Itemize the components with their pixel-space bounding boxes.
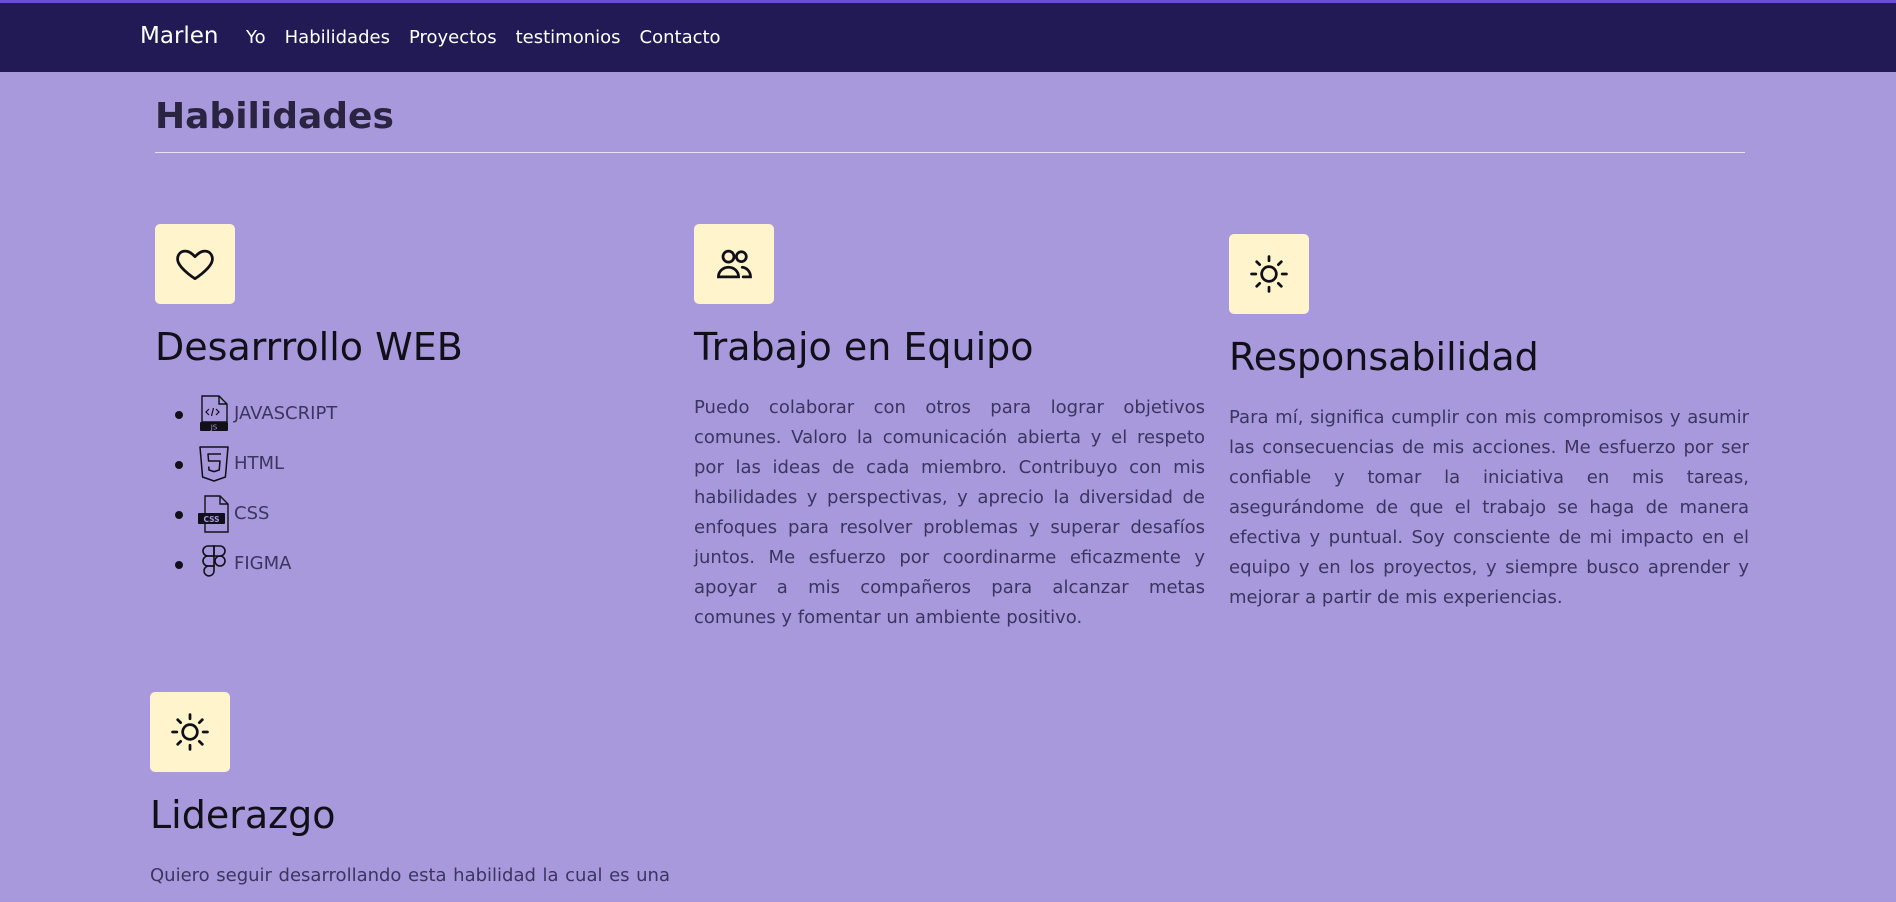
section-title: Habilidades (155, 96, 394, 137)
team-card-title: Trabajo en Equipo (694, 325, 1034, 369)
skill-label-html: HTML (234, 453, 285, 474)
nav-link-testimonios[interactable]: testimonios (516, 27, 621, 48)
bullet (175, 411, 183, 419)
svg-text:CSS: CSS (203, 515, 219, 524)
skill-label-css: CSS (234, 503, 270, 524)
responsibility-card-text: Para mí, significa cumplir con mis compr… (1229, 407, 1749, 608)
nav-link-habilidades[interactable]: Habilidades (285, 27, 390, 48)
leadership-card-icon-box (150, 692, 230, 772)
figma-icon (202, 545, 226, 577)
html5-icon (199, 446, 229, 482)
sun-icon (171, 713, 209, 751)
bullet (175, 461, 183, 469)
nav-link-contacto[interactable]: Contacto (640, 27, 721, 48)
team-card-icon-box (694, 224, 774, 304)
web-card-icon-box (155, 224, 235, 304)
bullet (175, 511, 183, 519)
javascript-file-icon: JS (200, 395, 228, 432)
navbar: Marlen Yo Habilidades Proyectos testimon… (0, 3, 1896, 72)
skill-label-javascript: JAVASCRIPT (234, 403, 338, 424)
nav-links: Yo Habilidades Proyectos testimonios Con… (246, 27, 721, 48)
sun-icon (1250, 255, 1288, 293)
bullet (175, 561, 183, 569)
nav-link-yo[interactable]: Yo (246, 27, 266, 48)
brand-link[interactable]: Marlen (140, 23, 219, 49)
css-file-icon: CSS (198, 495, 229, 533)
section-divider (155, 152, 1745, 153)
team-card-text: Puedo colaborar con otros para lograr ob… (694, 397, 1205, 628)
svg-text:JS: JS (210, 424, 218, 432)
leadership-card-title: Liderazgo (150, 793, 336, 837)
web-card-title: Desarrrollo WEB (155, 325, 463, 369)
responsibility-card-icon-box (1229, 234, 1309, 314)
leadership-card-text: Quiero seguir desarrollando esta habilid… (150, 865, 670, 886)
responsibility-card-title: Responsabilidad (1229, 335, 1539, 379)
users-icon (717, 249, 752, 279)
nav-link-proyectos[interactable]: Proyectos (409, 27, 497, 48)
heart-icon (176, 249, 214, 281)
skill-label-figma: FIGMA (234, 553, 292, 574)
